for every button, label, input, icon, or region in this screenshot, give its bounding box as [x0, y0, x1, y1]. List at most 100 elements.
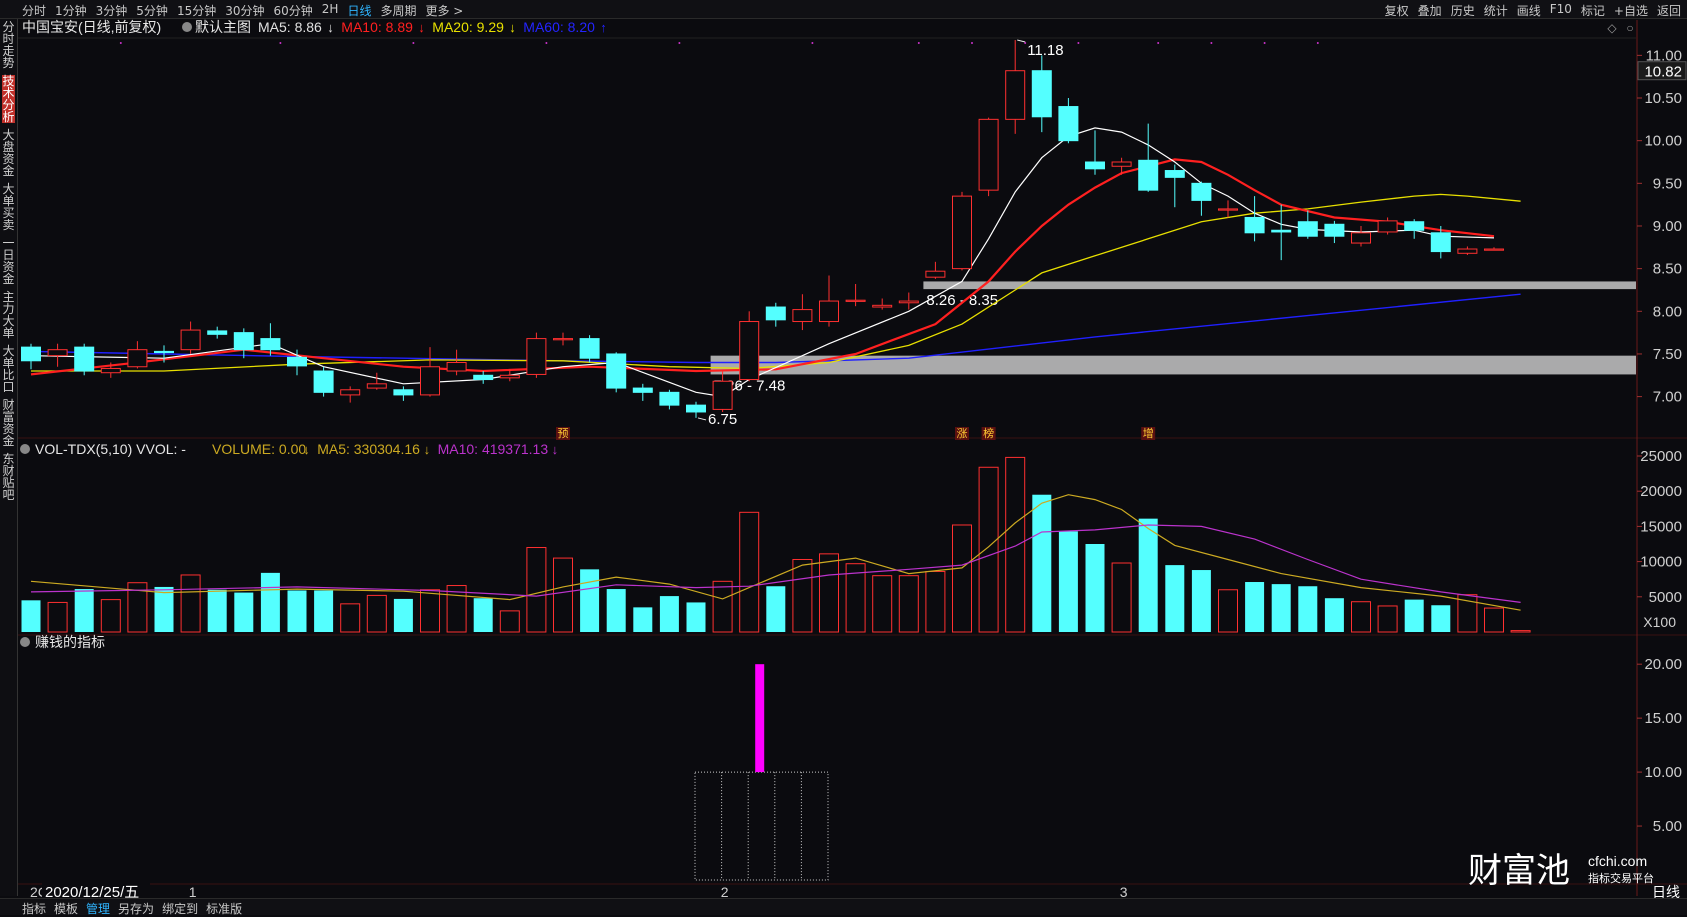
volume-bar-46	[1245, 582, 1265, 632]
candle-7	[207, 326, 228, 339]
candle-46	[1244, 196, 1265, 242]
volume-bar-0	[21, 600, 41, 632]
legend-arrow-3: ↑	[600, 20, 607, 35]
indicator-title: 赚钱的指标	[35, 634, 105, 650]
volume-bar-56	[1510, 630, 1531, 633]
legend-ma-3: MA60: 8.20	[523, 19, 595, 35]
stock-chart[interactable]: 中国宝安(日线,前复权) 默认主图 MA5: 8.86 ↓ MA10: 8.89 ↓ MA2…	[0, 0, 1687, 914]
signal-dot	[811, 42, 814, 44]
bottom-tab-1[interactable]: 模板	[54, 900, 78, 917]
volume-legend-2: MA10: 419371.13	[438, 441, 549, 457]
indicator-y-tick: 10.00	[1644, 764, 1682, 781]
volume-bar-9	[260, 572, 280, 632]
candle-45	[1218, 200, 1238, 218]
event-marker-1[interactable]: 涨	[957, 427, 968, 440]
circle-icon[interactable]: ○	[1626, 21, 1633, 35]
volume-bar-27	[739, 511, 760, 633]
annotation-arrow-1	[697, 417, 707, 421]
bottom-tab-5[interactable]: 标准版	[206, 900, 242, 917]
candle-32	[872, 298, 893, 310]
volume-bar-35	[952, 524, 972, 633]
event-marker-0[interactable]: 预	[558, 427, 569, 440]
volume-bar-43	[1165, 565, 1185, 632]
volume-bar-49	[1324, 598, 1344, 632]
signal-dot	[545, 42, 548, 44]
volume-bar-28	[766, 586, 786, 632]
volume-bar-5	[154, 586, 174, 632]
bottom-tab-3[interactable]: 另存为	[118, 900, 154, 917]
volume-bar-33	[898, 575, 919, 633]
volume-bar-8	[234, 592, 254, 632]
brand-logo: 财富池 cfchi.com 指标交易平台	[1468, 852, 1654, 890]
signal-dot	[1077, 42, 1080, 44]
volume-bar-38	[1032, 494, 1052, 632]
candle-23	[632, 383, 653, 401]
candle-43	[1164, 164, 1185, 208]
volume-bar-7	[207, 589, 227, 632]
volume-bar-36	[978, 466, 999, 633]
signal-dot	[1210, 42, 1213, 44]
signal-dot	[412, 42, 415, 44]
volume-bar-20	[553, 557, 573, 633]
candle-38	[1031, 55, 1052, 133]
volume-bar-34	[925, 570, 946, 633]
volume-bar-13	[366, 594, 387, 633]
volume-bar-29	[792, 558, 813, 633]
price-y-tick: 10.50	[1644, 90, 1682, 107]
candle-28	[765, 302, 786, 327]
settings-icon[interactable]	[182, 22, 192, 32]
volume-legend-arrow-1: ↓	[424, 442, 431, 457]
volume-bar-53	[1431, 605, 1451, 632]
candle-21	[579, 335, 600, 363]
volume-bar-1	[47, 601, 68, 633]
volume-y-tick: 5000	[1649, 589, 1682, 606]
candle-42	[1138, 123, 1159, 192]
candle-6	[180, 321, 201, 354]
volume-bar-37	[1005, 456, 1026, 633]
signal-dot	[1024, 42, 1027, 44]
signal-dot	[1316, 42, 1319, 44]
volume-bar-10	[287, 590, 307, 632]
candle-15	[420, 347, 440, 397]
annotation-arrow-0	[1017, 39, 1026, 43]
indicator-settings-icon[interactable]	[20, 637, 30, 647]
volume-bar-47	[1271, 584, 1291, 632]
volume-bar-42	[1138, 518, 1158, 632]
volume-bar-23	[633, 607, 653, 632]
volume-y-tick: 15000	[1640, 518, 1682, 535]
bottom-tab-0[interactable]: 指标	[22, 900, 46, 917]
bottom-tab-2[interactable]: 管理	[86, 900, 110, 917]
price-y-tick: 10.00	[1644, 133, 1682, 150]
candle-39	[1058, 98, 1079, 144]
candle-37	[1005, 40, 1026, 134]
volume-y-tick: 25000	[1640, 448, 1682, 465]
candle-44	[1191, 181, 1212, 216]
volume-settings-icon[interactable]	[20, 444, 30, 454]
candle-25	[686, 401, 706, 418]
volume-legend-arrow-0: ↓	[303, 442, 310, 457]
candle-55	[1484, 247, 1504, 251]
legend-ma-2: MA20: 9.29	[432, 19, 504, 35]
volume-bar-22	[606, 589, 626, 632]
volume-bar-32	[872, 575, 893, 633]
diamond-icon[interactable]: ◇	[1607, 21, 1617, 35]
candle-8	[233, 328, 254, 359]
volume-bar-45	[1218, 589, 1238, 633]
candle-30	[819, 275, 839, 327]
event-marker-2[interactable]: 榜	[983, 426, 994, 440]
price-y-tick: 8.00	[1653, 303, 1682, 320]
event-marker-3[interactable]: 增	[1143, 426, 1154, 440]
volume-bar-14	[393, 598, 413, 632]
bottom-tab-4[interactable]: 绑定到	[162, 900, 198, 917]
candle-40	[1085, 130, 1105, 175]
bottom-toolbar: 指标 模板 管理 另存为 绑定到 标准版	[0, 898, 1687, 917]
volume-bar-44	[1191, 570, 1211, 632]
candle-1	[47, 343, 68, 367]
signal-dot	[279, 42, 282, 44]
candle-48	[1297, 210, 1318, 239]
volume-legend-0: VOLUME: 0.00	[212, 441, 306, 457]
volume-bar-12	[340, 603, 361, 633]
signal-dot	[678, 42, 681, 44]
legend-arrow-0: ↓	[327, 20, 334, 35]
legend-ma-1: MA10: 8.89	[341, 19, 413, 35]
